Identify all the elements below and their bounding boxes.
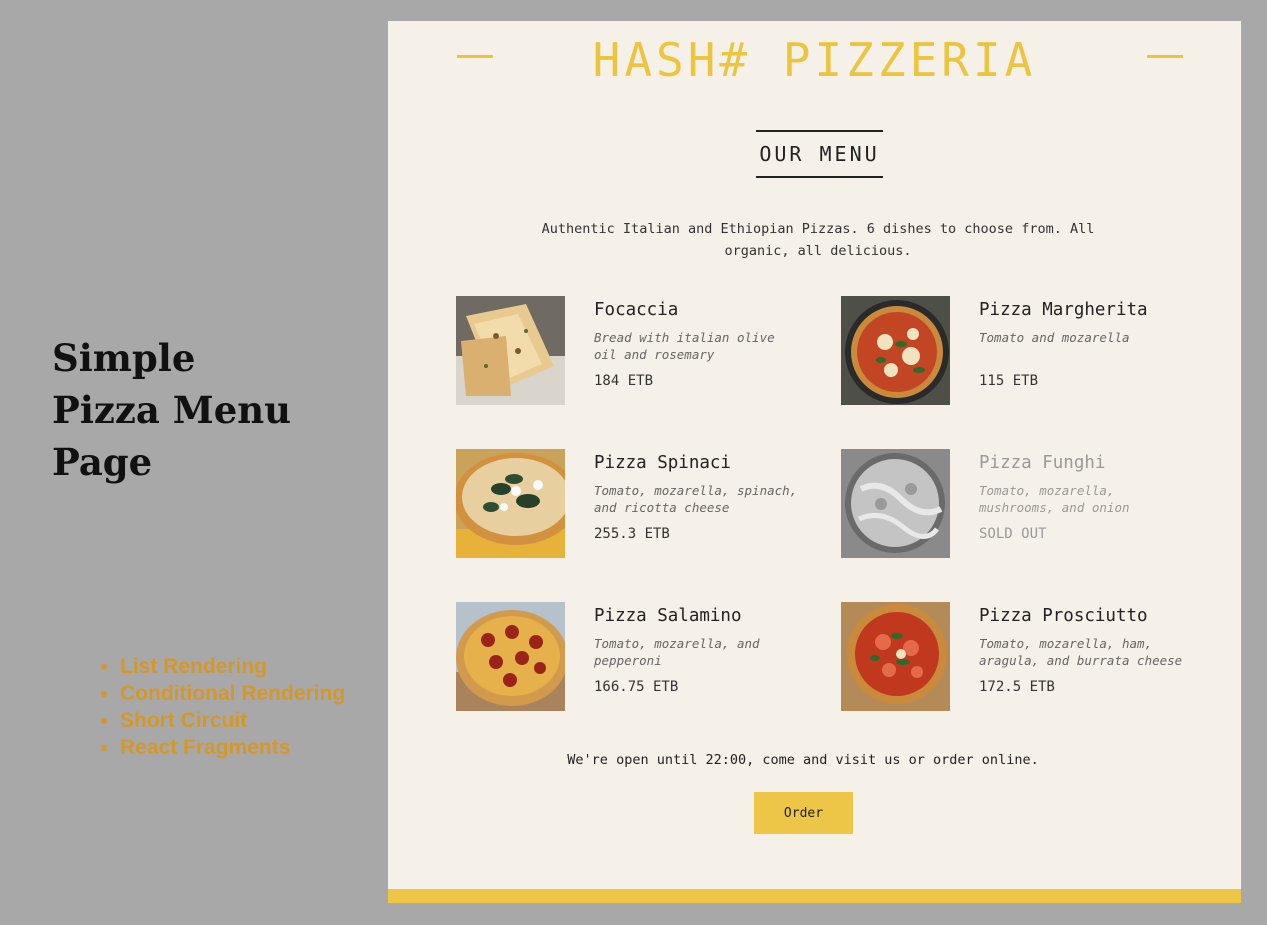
pizza-item: Pizza Salamino Tomato, mozarella, and pe… <box>456 602 841 712</box>
pizza-item: Pizza Margherita Tomato and mozarella 11… <box>841 296 1186 406</box>
feature-list: List Rendering Conditional Rendering Sho… <box>100 653 345 761</box>
pizza-list: Focaccia Bread with italian olive oil an… <box>456 296 1186 716</box>
side-title-line: Page <box>52 440 153 484</box>
menu-card: HASH# PIZZERIA OUR MENU Authentic Italia… <box>388 21 1241 903</box>
pizza-description: Bread with italian olive oil and rosemar… <box>594 330 775 362</box>
side-title: Simple Pizza Menu Page <box>52 332 291 488</box>
margherita-image <box>841 296 950 405</box>
sold-out-label: SOLD OUT <box>979 526 1047 542</box>
side-title-line: Simple <box>52 336 196 380</box>
pizza-item: Pizza Spinaci Tomato, mozarella, spinach… <box>456 449 841 559</box>
pizza-info: Pizza Funghi Tomato, mozarella, mushroom… <box>979 453 1189 542</box>
pizza-name: Pizza Funghi <box>979 453 1106 473</box>
pizza-info: Focaccia Bread with italian olive oil an… <box>594 300 804 389</box>
pizza-name: Pizza Salamino <box>594 606 742 626</box>
pizza-item: Pizza Prosciutto Tomato, mozarella, ham,… <box>841 602 1186 712</box>
salamino-image <box>456 602 565 711</box>
pizza-info: Pizza Salamino Tomato, mozarella, and pe… <box>594 606 804 695</box>
brand-title: HASH# PIZZERIA <box>592 33 1037 87</box>
focaccia-image <box>456 296 565 405</box>
pizza-price: 166.75 ETB <box>594 679 679 695</box>
feature-item: React Fragments <box>120 734 345 761</box>
spinaci-image <box>456 449 565 558</box>
pizza-name: Pizza Margherita <box>979 300 1148 320</box>
feature-item: Short Circuit <box>120 707 345 734</box>
funghi-image <box>841 449 950 558</box>
pizza-price: 115 ETB <box>979 373 1039 389</box>
side-title-line: Pizza Menu <box>52 388 292 432</box>
pizza-info: Pizza Margherita Tomato and mozarella 11… <box>979 300 1189 389</box>
pizza-item-sold-out: Pizza Funghi Tomato, mozarella, mushroom… <box>841 449 1186 559</box>
menu-heading: OUR MENU <box>756 130 883 178</box>
pizza-name: Pizza Spinaci <box>594 453 731 473</box>
pizza-price: 255.3 ETB <box>594 526 670 542</box>
feature-item: List Rendering <box>120 653 345 680</box>
feature-item: Conditional Rendering <box>120 680 345 707</box>
pizza-description: Tomato and mozarella <box>979 330 1130 345</box>
pizza-info: Pizza Prosciutto Tomato, mozarella, ham,… <box>979 606 1189 695</box>
pizza-description: Tomato, mozarella, and pepperoni <box>594 636 760 668</box>
pizza-price: 172.5 ETB <box>979 679 1055 695</box>
brand-divider-right <box>1147 55 1183 58</box>
pizza-item: Focaccia Bread with italian olive oil an… <box>456 296 841 406</box>
prosciutto-image <box>841 602 950 711</box>
pizza-description: Tomato, mozarella, ham, aragula, and bur… <box>979 636 1183 668</box>
opening-hours-text: We're open until 22:00, come and visit u… <box>567 752 1039 768</box>
order-button[interactable]: Order <box>754 792 853 834</box>
pizza-description: Tomato, mozarella, mushrooms, and onion <box>979 483 1130 515</box>
pizza-name: Focaccia <box>594 300 679 320</box>
pizza-info: Pizza Spinaci Tomato, mozarella, spinach… <box>594 453 804 542</box>
menu-intro: Authentic Italian and Ethiopian Pizzas. … <box>541 221 1095 259</box>
pizza-description: Tomato, mozarella, spinach, and ricotta … <box>594 483 798 515</box>
pizza-price: 184 ETB <box>594 373 654 389</box>
pizza-name: Pizza Prosciutto <box>979 606 1148 626</box>
